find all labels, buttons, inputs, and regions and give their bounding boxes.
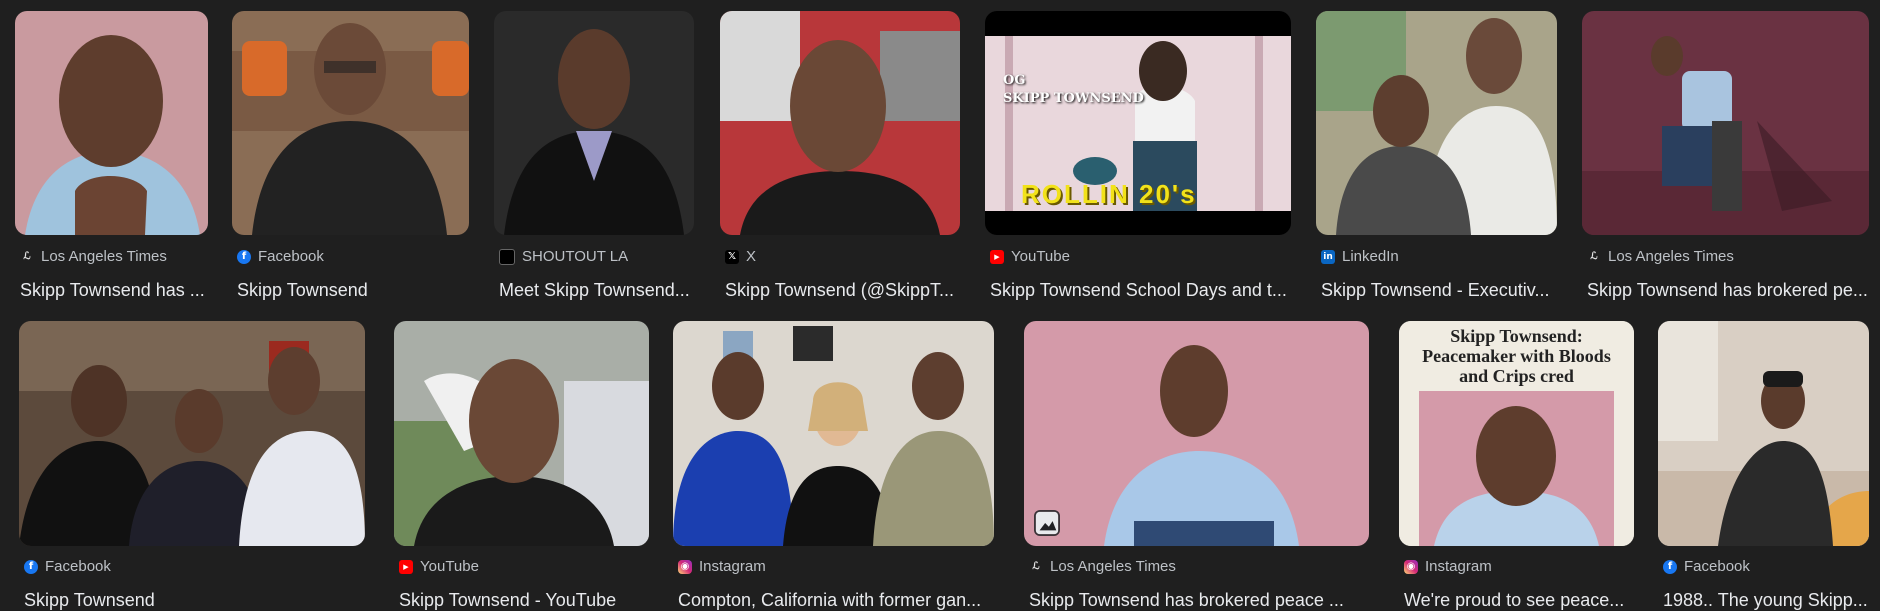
result-title[interactable]: Skipp Townsend (@SkippT... [725,280,965,301]
source-name: Facebook [258,248,324,265]
youtube-icon: ▶ [990,249,1004,264]
result-source: ▶ YouTube [399,558,479,575]
result-thumbnail[interactable] [673,321,994,546]
linkedin-icon: in [1321,249,1335,264]
source-name: Instagram [699,558,766,575]
source-name: Los Angeles Times [1050,558,1176,575]
x-icon: 𝕏 [725,249,739,264]
facebook-icon: f [24,559,38,574]
source-name: LinkedIn [1342,248,1399,265]
result-source: ℒ Los Angeles Times [1029,558,1176,575]
video-overlay-text-1: OG [1003,73,1026,88]
result-title[interactable]: Meet Skipp Townsend... [499,280,699,301]
facebook-icon: f [1663,559,1677,574]
result-thumbnail[interactable] [19,321,365,546]
source-name: Facebook [1684,558,1750,575]
result-title[interactable]: Skipp Townsend - YouTube [399,590,654,611]
headline-line-1: Skipp Townsend: [1450,326,1583,346]
result-title[interactable]: Skipp Townsend has brokered pe... [1587,280,1874,301]
video-overlay-text-2: SKIPP TOWNSEND [1003,91,1144,106]
headline-line-2: Peacemaker with Bloods [1422,346,1611,366]
video-overlay-text-3: ROLLIN 20's [1021,179,1197,209]
source-name: Instagram [1425,558,1492,575]
instagram-icon: ◉ [678,559,692,574]
result-source: ℒ Los Angeles Times [1587,248,1734,265]
source-name: YouTube [1011,248,1070,265]
source-name: YouTube [420,558,479,575]
youtube-icon: ▶ [399,559,413,574]
la-times-icon: ℒ [1032,561,1040,572]
source-name: Facebook [45,558,111,575]
result-thumbnail[interactable] [232,11,469,235]
la-times-icon: ℒ [1590,251,1598,262]
result-title[interactable]: Skipp Townsend has ... [20,280,213,301]
result-thumbnail[interactable] [1582,11,1869,235]
instagram-icon: ◉ [1404,559,1418,574]
result-source: ◉ Instagram [1404,558,1492,575]
result-title[interactable]: Skipp Townsend School Days and t... [990,280,1296,301]
result-title[interactable]: Skipp Townsend - Executiv... [1321,280,1562,301]
result-source: f Facebook [1663,558,1750,575]
result-source: ◉ Instagram [678,558,766,575]
result-thumbnail[interactable] [394,321,649,546]
result-title[interactable]: Skipp Townsend [237,280,474,301]
result-title[interactable]: 1988.. The young Skipp... [1663,590,1874,611]
shoutout-la-icon [499,248,515,265]
facebook-icon: f [237,249,251,264]
source-name: SHOUTOUT LA [522,248,629,265]
image-badge-icon [1034,510,1060,536]
result-thumbnail[interactable]: OG SKIPP TOWNSEND ROLLIN 20's [985,11,1291,235]
result-thumbnail[interactable] [15,11,208,235]
result-source: f Facebook [24,558,111,575]
result-source: 𝕏 X [725,248,756,265]
result-thumbnail[interactable] [1658,321,1869,546]
result-title[interactable]: Skipp Townsend has brokered peace ... [1029,590,1374,611]
result-source: SHOUTOUT LA [499,248,628,265]
source-name: X [746,248,757,265]
result-source: f Facebook [237,248,324,265]
source-name: Los Angeles Times [1608,248,1734,265]
result-thumbnail[interactable]: Skipp Townsend: Peacemaker with Bloods a… [1399,321,1634,546]
result-thumbnail[interactable] [1024,321,1369,546]
headline-line-3: and Crips cred [1459,366,1574,386]
result-title[interactable]: We're proud to see peace... [1404,590,1639,611]
la-times-icon: ℒ [23,251,31,262]
image-results-grid: ℒ Los Angeles Times Skipp Townsend has .… [0,0,1880,611]
result-thumbnail[interactable] [494,11,694,235]
source-name: Los Angeles Times [41,248,167,265]
result-source: ℒ Los Angeles Times [20,248,167,265]
result-title[interactable]: Compton, California with former gan... [678,590,999,611]
result-thumbnail[interactable] [1316,11,1557,235]
result-source: in LinkedIn [1321,248,1399,265]
result-source: ▶ YouTube [990,248,1070,265]
result-title[interactable]: Skipp Townsend [24,590,370,611]
result-thumbnail[interactable] [720,11,960,235]
